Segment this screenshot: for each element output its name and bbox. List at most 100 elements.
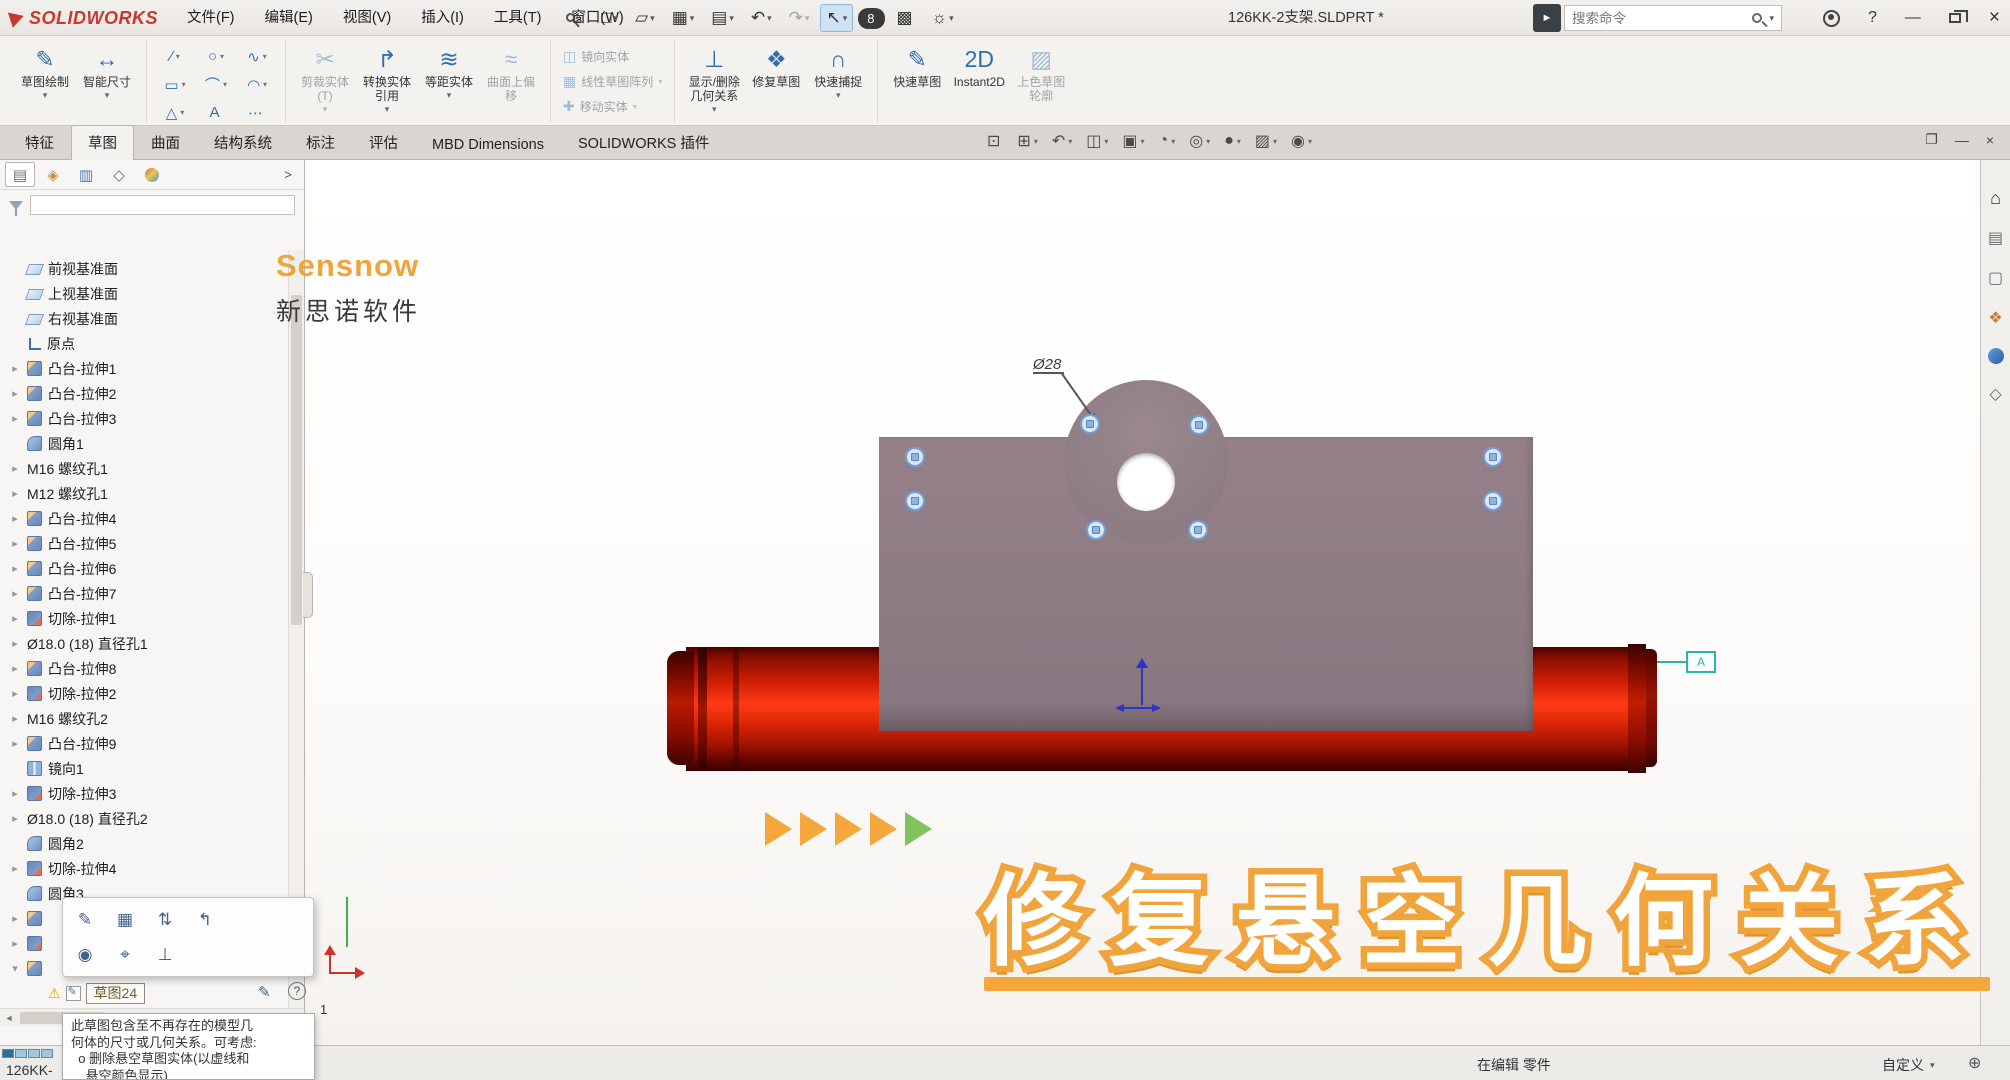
model-cylinder-left-cap[interactable]: [667, 651, 694, 765]
view-tool-button[interactable]: ◎ ▾: [1189, 131, 1210, 151]
menu-item[interactable]: 编辑(E): [250, 0, 328, 36]
help-bubble-icon[interactable]: ?: [288, 982, 306, 1000]
tree-item[interactable]: ▸ 切除-拉伸4: [0, 856, 288, 881]
tree-item[interactable]: ▸ 切除-拉伸1: [0, 606, 288, 631]
ribbon-row-button[interactable]: ◫ 镜向实体: [559, 46, 666, 67]
sketch-entity-button[interactable]: ⌒ ▾: [196, 71, 236, 98]
sketch-relation-marker[interactable]: [1189, 415, 1209, 435]
quick-access-button[interactable]: ▦ ▾: [666, 4, 701, 32]
expand-arrow-icon[interactable]: ▸: [9, 637, 21, 650]
sketch-entity-button[interactable]: ◠ ▾: [237, 71, 277, 98]
menu-item[interactable]: 插入(I): [406, 0, 479, 36]
ribbon-button[interactable]: ≈ 曲面上偏移: [480, 41, 542, 107]
quick-access-button[interactable]: 8: [858, 8, 885, 29]
tree-item[interactable]: 上视基准面: [0, 281, 288, 306]
sketch-entity-button[interactable]: ▭ ▾: [155, 71, 195, 98]
tree-item[interactable]: ▸ 凸台-拉伸6: [0, 556, 288, 581]
expand-arrow-icon[interactable]: ▸: [9, 362, 21, 375]
search-dropdown-icon[interactable]: ▾: [1769, 13, 1774, 24]
task-pane-tab[interactable]: ▤: [1986, 228, 2006, 248]
search-icon[interactable]: [1752, 13, 1762, 23]
document-window-button[interactable]: ❐: [1925, 131, 1938, 148]
tree-item[interactable]: ▸ 凸台-拉伸9: [0, 731, 288, 756]
dimension-label[interactable]: Ø28: [1033, 356, 1061, 373]
view-tool-button[interactable]: ⊞ ▾: [1017, 131, 1037, 151]
expand-arrow-icon[interactable]: ▸: [9, 687, 21, 700]
tree-item[interactable]: ▸ M16 螺纹孔2: [0, 706, 288, 731]
tree-item[interactable]: 前视基准面: [0, 256, 288, 281]
quick-access-button[interactable]: ▱ ▾: [629, 4, 661, 32]
dangling-annotation-tag[interactable]: A: [1686, 651, 1716, 673]
view-tool-button[interactable]: ◉ ▾: [1291, 131, 1312, 151]
task-pane-tab[interactable]: ▢: [1986, 268, 2006, 288]
quick-access-button[interactable]: ☼ ▾: [926, 4, 960, 32]
expand-arrow-icon[interactable]: ▸: [9, 587, 21, 600]
model-lug-hole[interactable]: [1117, 453, 1175, 511]
panel-tab[interactable]: ◇: [104, 162, 134, 187]
sketch-relation-marker[interactable]: [1483, 447, 1503, 467]
quick-access-button[interactable]: ▤ ▾: [705, 4, 740, 32]
scrollbar-thumb[interactable]: [291, 295, 302, 625]
ribbon-button[interactable]: ≋ 等距实体 ▾: [418, 41, 480, 104]
sketch-entity-button[interactable]: ∕ ▾: [155, 43, 195, 70]
view-tool-button[interactable]: ▨ ▾: [1255, 131, 1277, 151]
sketch-relation-marker[interactable]: [905, 447, 925, 467]
panel-splitter-handle[interactable]: [303, 572, 313, 618]
model-cylinder-right-flange[interactable]: [1628, 644, 1646, 773]
sketch-entity-button[interactable]: ○ ▾: [196, 43, 236, 70]
model-cylinder-right-cap[interactable]: [1646, 649, 1657, 767]
sketch-relation-marker[interactable]: [1188, 520, 1208, 540]
tree-item[interactable]: ▸ 凸台-拉伸5: [0, 531, 288, 556]
status-globe-icon[interactable]: ⊕: [1968, 1053, 1981, 1073]
ribbon-button[interactable]: ∩ 快速捕捉 ▾: [807, 41, 869, 104]
view-tool-button[interactable]: ◔ ▾: [1159, 132, 1176, 150]
quick-access-button[interactable]: ↖ ▾: [820, 4, 853, 32]
ribbon-button[interactable]: ▨ 上色草图轮廓: [1010, 41, 1072, 107]
tree-item[interactable]: ▸ Ø18.0 (18) 直径孔1: [0, 631, 288, 656]
menu-item[interactable]: 视图(V): [328, 0, 406, 36]
expand-arrow-icon[interactable]: ▸: [9, 512, 21, 525]
ribbon-tab[interactable]: MBD Dimensions: [415, 130, 561, 160]
view-tool-button[interactable]: ↶ ▾: [1052, 131, 1072, 151]
tree-item[interactable]: ▸ Ø18.0 (18) 直径孔2: [0, 806, 288, 831]
tree-vertical-scrollbar[interactable]: [288, 250, 304, 1008]
tree-item[interactable]: ▸ 切除-拉伸2: [0, 681, 288, 706]
context-toolbar-button[interactable]: ✎: [71, 906, 99, 934]
tree-item[interactable]: 镜向1: [0, 756, 288, 781]
sketch-relation-marker[interactable]: [1086, 520, 1106, 540]
ribbon-button[interactable]: ✎ 快速草图: [886, 41, 948, 93]
expand-arrow-icon[interactable]: ▾: [9, 962, 21, 975]
tree-item[interactable]: ▸ M16 螺纹孔1: [0, 456, 288, 481]
tree-item[interactable]: ▸ 凸台-拉伸7: [0, 581, 288, 606]
expand-arrow-icon[interactable]: ▸: [9, 412, 21, 425]
tree-item[interactable]: ▸ 凸台-拉伸1: [0, 356, 288, 381]
context-toolbar-button[interactable]: ↰: [191, 906, 219, 934]
context-toolbar-button[interactable]: ⊥: [151, 941, 179, 969]
sketch-entity-button[interactable]: ⋯: [237, 99, 277, 126]
tree-item[interactable]: 圆角2: [0, 831, 288, 856]
panel-tab[interactable]: [137, 162, 167, 187]
tree-item[interactable]: 圆角1: [0, 431, 288, 456]
document-window-button[interactable]: ×: [1986, 132, 1994, 148]
ribbon-tab[interactable]: SOLIDWORKS 插件: [561, 125, 726, 160]
quick-access-button[interactable]: ↷ ▾: [783, 4, 816, 32]
context-toolbar-button[interactable]: ⇅: [151, 906, 179, 934]
ribbon-button[interactable]: ↔ 智能尺寸 ▾: [76, 41, 138, 104]
ribbon-tab[interactable]: 草图: [71, 125, 134, 160]
ribbon-button[interactable]: ⊥ 显示/删除几何关系 ▾: [683, 41, 745, 118]
context-toolbar-button[interactable]: ◉: [71, 941, 99, 969]
ribbon-tab[interactable]: 结构系统: [197, 125, 289, 160]
ribbon-tab[interactable]: 特征: [8, 125, 71, 160]
view-tool-button[interactable]: ◫ ▾: [1086, 131, 1108, 151]
tree-item[interactable]: 右视基准面: [0, 306, 288, 331]
expand-arrow-icon[interactable]: ▸: [9, 712, 21, 725]
restore-button[interactable]: [1949, 13, 1961, 23]
expand-arrow-icon[interactable]: ▸: [9, 487, 21, 500]
expand-arrow-icon[interactable]: ▸: [9, 462, 21, 475]
expand-arrow-icon[interactable]: ▸: [9, 562, 21, 575]
ribbon-button[interactable]: ↱ 转换实体引用 ▾: [356, 41, 418, 118]
expand-arrow-icon[interactable]: ▸: [9, 787, 21, 800]
expand-arrow-icon[interactable]: ▸: [9, 862, 21, 875]
view-tool-button[interactable]: ● ▾: [1224, 132, 1241, 150]
quick-access-button[interactable]: ↶ ▾: [745, 4, 778, 32]
